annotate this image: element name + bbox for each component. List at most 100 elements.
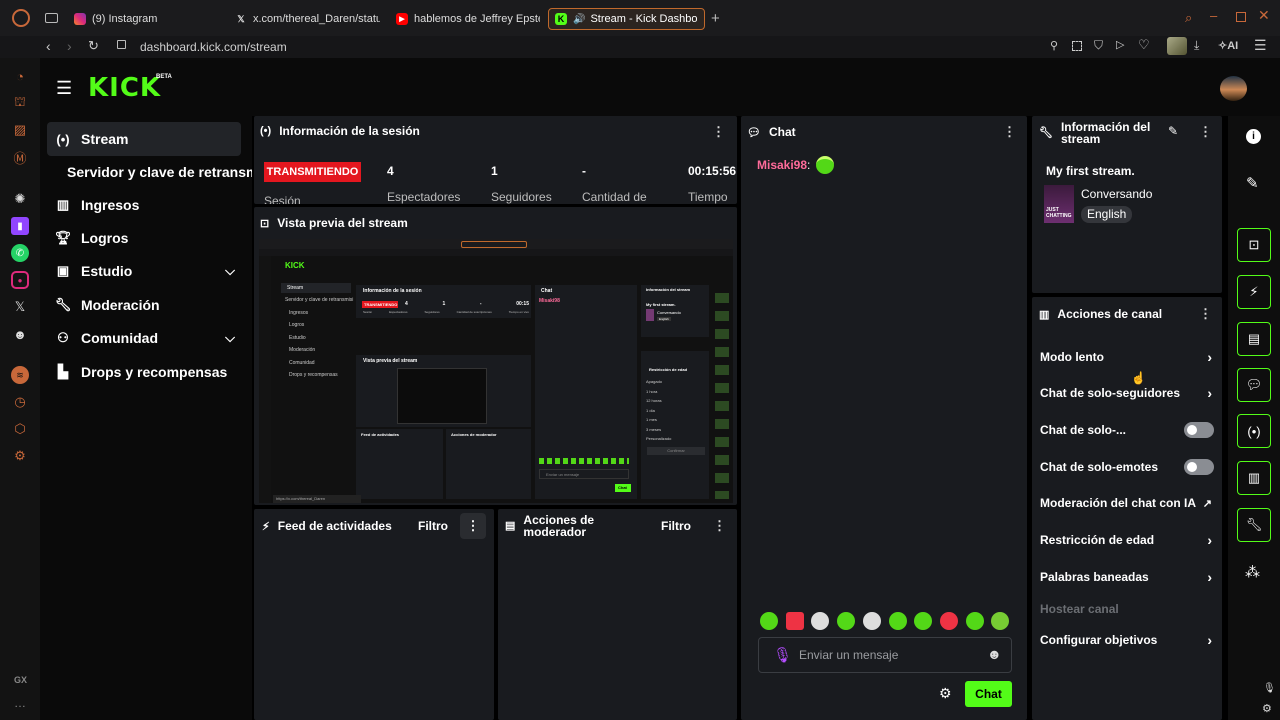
emote-icon[interactable]	[786, 612, 804, 630]
kebab-menu-icon[interactable]: ⋮	[712, 124, 725, 140]
kebab-menu-icon[interactable]: ⋮	[1199, 306, 1212, 322]
action-modo-lento[interactable]: Modo lento ›	[1040, 347, 1216, 367]
user-avatar[interactable]	[1220, 76, 1247, 101]
speed-dial-icon[interactable]: ◔	[11, 67, 29, 85]
chat-username[interactable]: Misaki98	[757, 158, 807, 172]
nav-ingresos[interactable]: ▥ Ingresos	[47, 188, 241, 222]
edit-icon[interactable]: ✎	[1246, 174, 1259, 192]
channel-icon[interactable]: ▥	[1237, 461, 1271, 495]
nav-moderacion[interactable]: 🔧︎ Moderación	[47, 288, 241, 322]
nav-stream[interactable]: (•) Stream	[47, 122, 241, 156]
broadcast-icon[interactable]: (•)	[1237, 414, 1271, 448]
kebab-menu-icon[interactable]: ⋮	[1199, 124, 1212, 140]
extensions-icon[interactable]: ⬡	[11, 420, 29, 438]
more-icon[interactable]: …	[14, 696, 26, 710]
toggle-switch[interactable]	[1184, 422, 1214, 438]
restore-icon[interactable]	[1236, 12, 1246, 22]
settings-small-icon[interactable]: ⚙	[1262, 702, 1272, 715]
action-solo-emotes[interactable]: Chat de solo-emotes	[1040, 457, 1216, 477]
messenger-icon[interactable]: Ⓜ	[11, 148, 29, 166]
discord-icon[interactable]: ☻	[11, 325, 29, 343]
snapshot-icon[interactable]	[1072, 41, 1082, 51]
chat-send-button[interactable]: Chat	[965, 681, 1012, 707]
chat-input[interactable]: 🎙︎ Enviar un mensaje ☻	[758, 637, 1012, 673]
category-name[interactable]: Conversando	[1081, 187, 1152, 201]
action-configurar-objetivos[interactable]: Configurar objetivos ›	[1040, 630, 1216, 650]
history-icon[interactable]: ◷	[11, 393, 29, 411]
aria-icon[interactable]: ⛫	[11, 94, 29, 112]
pencil-icon[interactable]: ✎	[1168, 124, 1178, 138]
group-icon[interactable]: ⁂	[1245, 563, 1260, 581]
reload-icon[interactable]: ↻	[88, 38, 99, 54]
wrench-icon[interactable]: 🔧︎	[1237, 508, 1271, 542]
chat-settings-icon[interactable]: ⚙	[939, 685, 952, 702]
pin-icon[interactable]: ⚲	[1050, 39, 1058, 52]
kebab-menu-icon[interactable]: ⋮	[1003, 124, 1016, 140]
emote-icon[interactable]	[837, 612, 855, 630]
x-sidebar-icon[interactable]: 𝕏	[11, 298, 29, 316]
profile-avatar[interactable]	[1167, 37, 1187, 55]
action-solo-suscriptores[interactable]: Chat de solo-...	[1040, 420, 1216, 440]
tab-instagram[interactable]: (9) Instagram	[74, 8, 224, 30]
whatsapp-icon[interactable]: ✆	[11, 244, 29, 262]
emote-icon[interactable]	[940, 612, 958, 630]
shield-icon[interactable]: ⛉	[1094, 38, 1103, 53]
close-icon[interactable]: ✕	[1258, 7, 1270, 24]
minimize-icon[interactable]: –	[1210, 8, 1217, 23]
send-icon[interactable]: ▷	[1116, 38, 1124, 51]
emoji-icon[interactable]: ☻	[987, 646, 1002, 662]
nav-drops[interactable]: ▙ Drops y recompensas	[47, 355, 241, 389]
clip-icon[interactable]: ⊡	[1237, 228, 1271, 262]
menu-icon[interactable]: ☰	[1254, 37, 1267, 54]
new-tab-button[interactable]: +	[711, 10, 720, 27]
document-icon[interactable]: ▤	[1237, 322, 1271, 356]
emote-icon[interactable]	[991, 612, 1009, 630]
action-moderacion-ia[interactable]: Moderación del chat con IA ↗	[1040, 493, 1216, 513]
tab-youtube[interactable]: ▶ hablemos de Jeffrey Epste	[396, 8, 540, 30]
emote-icon[interactable]	[863, 612, 881, 630]
nav-estudio[interactable]: ▣ Estudio ⌵	[47, 254, 241, 288]
forward-icon[interactable]: ›	[67, 38, 72, 54]
kebab-menu-icon[interactable]: ⋮	[713, 518, 726, 534]
emote-icon[interactable]	[966, 612, 984, 630]
hamburger-icon[interactable]: ☰	[56, 78, 72, 99]
back-icon[interactable]: ‹	[46, 38, 51, 54]
ai-button[interactable]: ✧AI	[1218, 39, 1238, 52]
lightning-icon[interactable]: ⚡︎	[1237, 275, 1271, 309]
nav-comunidad[interactable]: ⚇ Comunidad ⌵	[47, 321, 241, 355]
feed-filter-button[interactable]: Filtro	[418, 519, 448, 533]
emote-icon[interactable]	[811, 612, 829, 630]
kick-header	[40, 58, 1280, 116]
emote-icon[interactable]	[760, 612, 778, 630]
emote-icon[interactable]	[914, 612, 932, 630]
tab-x[interactable]: 𝕏 x.com/thereal_Daren/statu	[235, 8, 380, 30]
tab-kick-active[interactable]: K 🔊 Stream - Kick Dashbo	[548, 8, 705, 30]
emote-icon[interactable]	[889, 612, 907, 630]
mod-filter-button[interactable]: Filtro	[661, 519, 691, 533]
search-icon[interactable]: ⌕	[1185, 10, 1192, 26]
toggle-switch[interactable]	[1184, 459, 1214, 475]
settings-icon[interactable]: ⚙	[11, 447, 29, 465]
nav-servidor[interactable]: Servidor y clave de retransm	[47, 155, 252, 189]
info-icon[interactable]: i	[1246, 129, 1261, 144]
heart-icon[interactable]: ♡	[1138, 37, 1150, 53]
twitch-icon[interactable]: ▮	[11, 217, 29, 235]
chatgpt-icon[interactable]: ✺	[11, 190, 29, 208]
microphone-icon[interactable]: 🎙︎	[773, 646, 792, 664]
tab-switcher-icon[interactable]	[45, 13, 58, 23]
url-text[interactable]: dashboard.kick.com/stream	[140, 40, 287, 54]
kick-logo[interactable]: KICK	[88, 73, 161, 103]
instagram-sidebar-icon[interactable]: ●	[11, 271, 29, 289]
chat-bubble-icon[interactable]: 💬︎	[1237, 368, 1271, 402]
spotify-icon[interactable]: ≋	[11, 366, 29, 384]
action-restriccion-edad[interactable]: Restricción de edad ›	[1040, 530, 1216, 550]
category-thumbnail[interactable]: JUST CHATTING	[1044, 185, 1074, 223]
action-palabras-baneadas[interactable]: Palabras baneadas ›	[1040, 567, 1216, 587]
opera-logo-icon[interactable]	[12, 9, 30, 27]
nav-logros[interactable]: 🏆︎ Logros	[47, 221, 241, 255]
download-icon[interactable]: ⤓	[1194, 38, 1199, 53]
kebab-menu-icon[interactable]: ⋮	[460, 513, 486, 539]
stream-preview-video[interactable]: KICK Stream Servidor y clave de retransm…	[259, 239, 733, 503]
cleaner-icon[interactable]: ▨	[11, 121, 29, 139]
action-solo-seguidores[interactable]: Chat de solo-seguidores ›	[1040, 383, 1216, 403]
